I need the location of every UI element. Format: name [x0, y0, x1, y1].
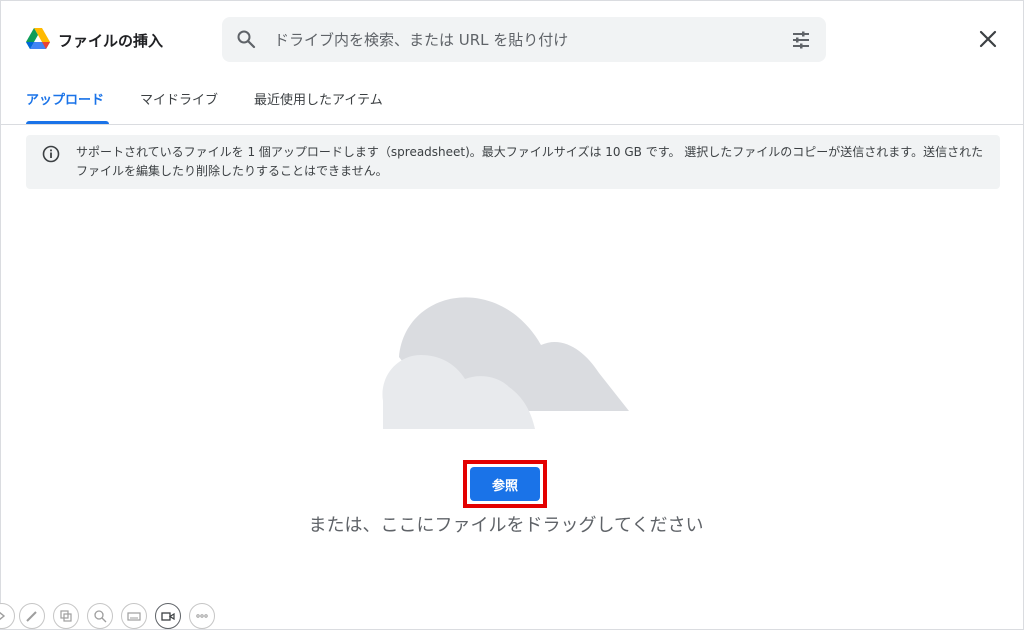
more-icon[interactable] — [189, 603, 215, 629]
active-tab-indicator — [26, 121, 109, 124]
arrow-icon[interactable] — [0, 603, 15, 629]
annotation-toolbar — [0, 601, 221, 630]
google-drive-logo-icon — [26, 28, 50, 49]
tab-upload[interactable]: アップロード — [26, 89, 104, 123]
tab-my-drive[interactable]: マイドライブ — [140, 89, 218, 123]
dialog-title: ファイルの挿入 — [58, 32, 164, 50]
zoom-icon[interactable] — [87, 603, 113, 629]
search-icon[interactable] — [236, 29, 256, 49]
search-box[interactable] — [222, 17, 826, 62]
cloud-illustration-icon — [382, 297, 629, 429]
drag-hint: または、ここにファイルをドラッグしてください — [308, 515, 704, 536]
keyboard-icon[interactable] — [121, 603, 147, 629]
video-icon[interactable] — [155, 603, 181, 629]
close-icon[interactable] — [977, 28, 999, 50]
dialog-header: ファイルの挿入 — [1, 1, 1023, 77]
tab-bar: アップロード マイドライブ 最近使用したアイテム — [1, 77, 1023, 125]
pen-icon[interactable] — [19, 603, 45, 629]
tab-recent[interactable]: 最近使用したアイテム — [254, 89, 383, 123]
browse-button[interactable]: 参照 — [470, 467, 540, 501]
info-icon — [42, 145, 60, 163]
insert-file-dialog: ファイルの挿入 アップロード マイドライブ 最近使用したアイテム — [0, 0, 1024, 630]
tune-icon[interactable] — [791, 30, 811, 50]
info-text: サポートされているファイルを 1 個アップロードします（spreadsheet)… — [76, 145, 984, 178]
info-banner: サポートされているファイルを 1 個アップロードします（spreadsheet)… — [26, 135, 1000, 189]
copy-icon[interactable] — [53, 603, 79, 629]
search-input[interactable] — [274, 17, 774, 62]
